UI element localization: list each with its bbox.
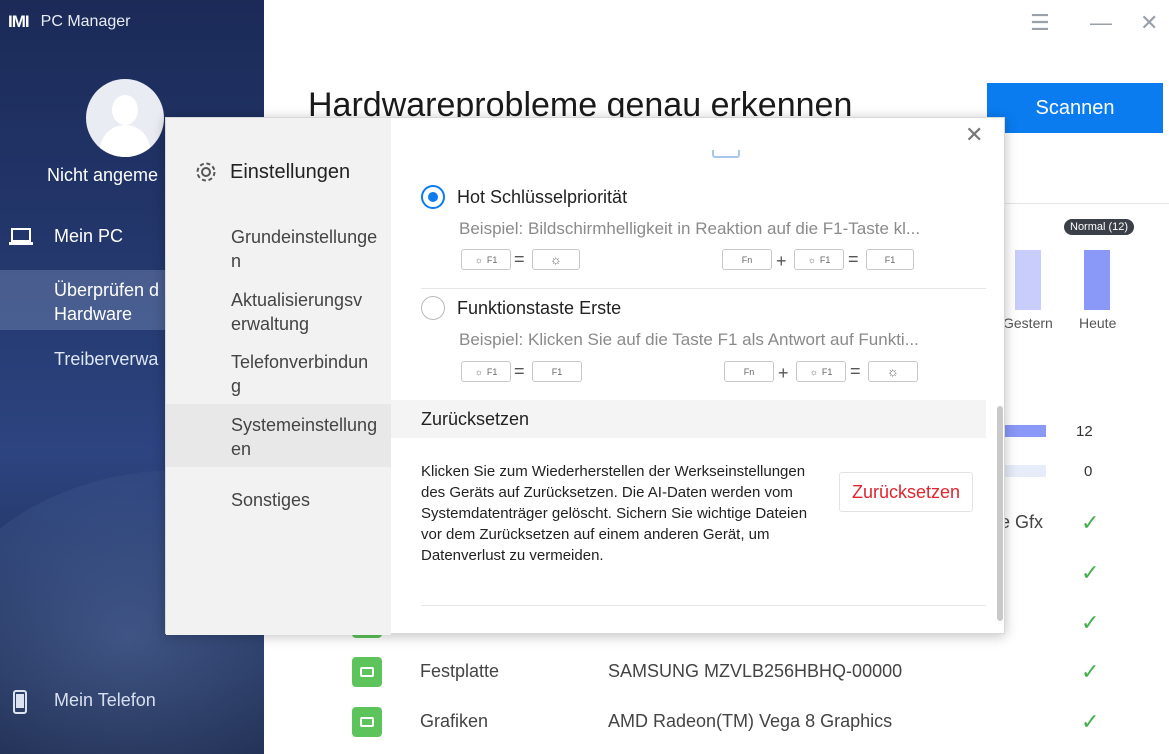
settings-menu-basic[interactable]: Grundeinstellunge n [231,225,391,273]
option-desc-hot-key: Beispiel: Bildschirmhelligkeit in Reakti… [459,219,921,238]
key-brightness-f1: ☼ F1 [461,249,511,270]
check-icon: ✓ [1081,560,1100,585]
check-icon: ✓ [1081,709,1100,734]
chart-bar-yesterday [1015,250,1041,310]
settings-menu-update[interactable]: Aktualisierungsv erwaltung [231,288,391,336]
key-f1: F1 [866,249,914,270]
scroll-tab-indicator [712,150,740,158]
plus-sign: + [778,363,789,383]
menu-icon[interactable]: ☰ [1030,10,1050,36]
divider [421,605,986,606]
disk-icon [352,657,382,687]
reset-description: Klicken Sie zum Wiederherstellen der Wer… [421,463,808,564]
app-name: PC Manager [40,13,131,30]
hardware-row-label: Grafiken [420,711,489,731]
option-title-function-key: Funktionstaste Erste [457,298,622,318]
chart-bar-today[interactable] [1084,250,1110,310]
key-brightness-f1: ☼ F1 [796,361,846,382]
equals-sign: = [514,361,525,381]
key-fn: Fn [724,361,774,382]
normal-count-bar [1000,425,1046,437]
radio-hot-key-priority[interactable] [421,185,445,209]
app-brand: IMI PC Manager [8,12,130,32]
key-brightness: ☼ [868,361,918,382]
avatar-head-icon [112,95,138,125]
settings-nav: Einstellungen Grundeinstellunge n Aktual… [166,118,391,635]
avatar-body-icon [100,125,150,157]
check-icon: ✓ [1081,659,1100,684]
hardware-row-label: Festplatte [420,661,500,681]
divider [1000,203,1169,204]
reset-button[interactable]: Zurücksetzen [839,472,973,512]
close-window-icon[interactable]: ✕ [1140,10,1158,36]
plus-sign: + [776,251,787,271]
abnormal-count: 0 [1084,463,1093,480]
sidebar-item-label: Mein Telefon [54,690,156,710]
reset-heading: Zurücksetzen [421,409,530,429]
hardware-row-value: SAMSUNG MZVLB256HBHQ-00000 [608,661,903,681]
sidebar-item-label: Mein PC [54,226,124,246]
divider [421,288,986,289]
user-name[interactable]: Nicht angeme [47,165,158,186]
app-logo: IMI [8,12,30,31]
equals-sign: = [848,249,859,269]
key-brightness-f1: ☼ F1 [794,249,844,270]
key-fn: Fn [722,249,772,270]
chart-label-yesterday: Gestern [1003,315,1053,331]
option-title-hot-key: Hot Schlüsselpriorität [457,187,628,207]
key-brightness: ☼ [532,249,580,270]
laptop-icon [9,228,33,245]
sidebar-item-label: Treiberverwa [54,349,159,369]
settings-menu-other[interactable]: Sonstiges [231,488,391,512]
key-brightness-f1: ☼ F1 [461,361,511,382]
equals-sign: = [850,361,861,381]
option-desc-function-key: Beispiel: Klicken Sie auf die Taste F1 a… [459,330,919,349]
reset-section-header: Zurücksetzen [391,400,986,438]
settings-title-label: Einstellungen [230,160,351,183]
minimize-icon[interactable]: — [1090,10,1112,36]
equals-sign: = [514,249,525,269]
settings-dialog: Einstellungen Grundeinstellunge n Aktual… [165,117,1005,635]
scrollbar[interactable] [997,406,1003,621]
hardware-row-value: AMD Radeon(TM) Vega 8 Graphics [608,711,893,731]
avatar[interactable] [86,79,164,157]
settings-title: Einstellungen [194,160,350,184]
phone-icon [13,690,27,714]
key-f1: F1 [532,361,582,382]
scan-button[interactable]: Scannen [987,83,1163,133]
chart-label-today: Heute [1079,315,1117,331]
settings-menu-phone[interactable]: Telefonverbindun g [231,350,391,398]
check-icon: ✓ [1081,610,1100,635]
radio-function-key-first[interactable] [421,296,445,320]
chart-tooltip: Normal (12) [1064,219,1135,235]
normal-count: 12 [1076,423,1093,440]
settings-menu-system[interactable]: Systemeinstellung en [166,404,391,467]
close-icon[interactable]: ✕ [965,122,983,148]
check-icon: ✓ [1081,510,1100,535]
hardware-item-partial: e Gfx [1000,512,1044,532]
gear-icon [196,162,216,182]
abnormal-count-bar [1000,465,1046,477]
graphics-card-icon [352,707,382,737]
sidebar-item-label: Überprüfen d Hardware [54,280,160,324]
sidebar-item-my-phone[interactable]: Mein Telefon [0,690,264,714]
